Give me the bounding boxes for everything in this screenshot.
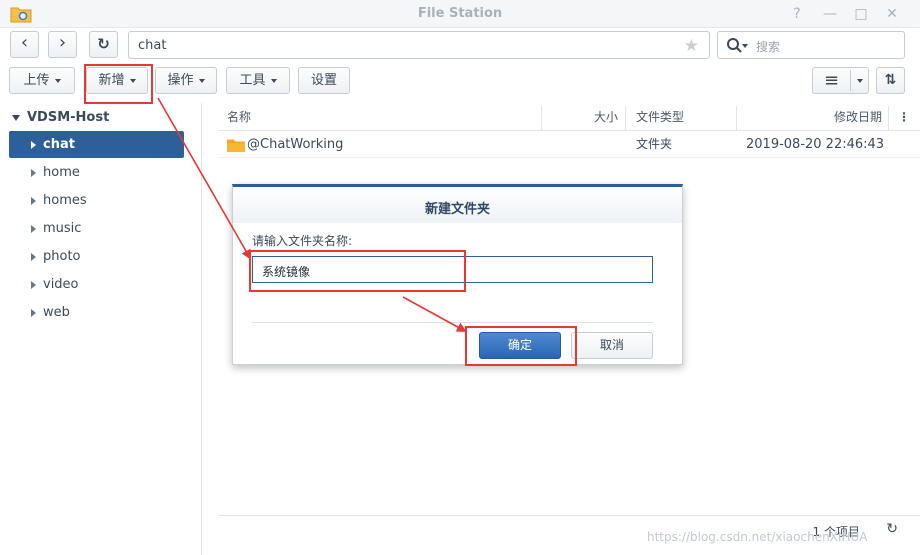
sidebar-item-homes[interactable]: homes: [9, 187, 184, 214]
refresh-icon[interactable]: ↻: [886, 521, 898, 537]
upload-button[interactable]: 上传: [9, 67, 75, 94]
dialog-divider: [252, 322, 653, 323]
sidebar-item-photo[interactable]: photo: [9, 243, 184, 270]
search-dropdown-caret-icon[interactable]: [742, 44, 748, 48]
favorite-star-icon[interactable]: ★: [684, 36, 699, 56]
title-bar: File Station ? — □ ✕: [0, 0, 920, 28]
tools-button[interactable]: 工具: [226, 67, 290, 94]
chevron-right-icon: [31, 309, 36, 317]
forward-button[interactable]: ›: [48, 31, 77, 58]
column-divider: [541, 106, 542, 130]
sidebar-item-chat[interactable]: chat: [9, 131, 184, 158]
refresh-button[interactable]: ↻: [89, 31, 118, 58]
view-mode-button[interactable]: ≡: [812, 67, 869, 94]
view-mode-dropdown-icon[interactable]: [857, 79, 863, 83]
sidebar-item-label: video: [43, 277, 79, 292]
folder-name-label: 请输入文件夹名称:: [252, 234, 353, 248]
cancel-button[interactable]: 取消: [571, 332, 653, 359]
sidebar-item-label: chat: [43, 137, 75, 152]
column-size[interactable]: 大小: [594, 104, 618, 131]
close-button[interactable]: ✕: [883, 5, 901, 23]
dialog-header: 新建文件夹: [233, 187, 682, 223]
maximize-button[interactable]: □: [852, 5, 870, 23]
sort-button[interactable]: ⇅: [876, 67, 905, 94]
tools-label: 工具: [239, 73, 266, 88]
chevron-down-icon: [198, 78, 205, 83]
sidebar-item-music[interactable]: music: [9, 215, 184, 242]
settings-button[interactable]: 设置: [298, 67, 350, 94]
column-name[interactable]: 名称: [227, 104, 251, 131]
action-label: 操作: [167, 73, 194, 88]
file-list-header: 名称 大小 文件类型 修改日期 ⋮: [218, 104, 920, 131]
chevron-right-icon: [31, 281, 36, 289]
sidebar-item-label: web: [43, 305, 70, 320]
folder-icon: [227, 139, 245, 152]
column-options-icon[interactable]: ⋮: [898, 104, 910, 131]
sidebar-item-label: music: [43, 221, 82, 236]
path-bar[interactable]: chat ★: [128, 31, 710, 59]
view-mode-divider: [850, 70, 851, 91]
column-divider: [888, 106, 889, 130]
column-divider: [625, 106, 626, 130]
sidebar-item-video[interactable]: video: [9, 271, 184, 298]
chevron-down-icon: [270, 78, 277, 83]
minimize-button[interactable]: —: [821, 5, 839, 23]
row-name: @ChatWorking: [247, 137, 344, 152]
search-input[interactable]: 搜索: [717, 31, 905, 59]
sidebar-item-label: home: [43, 165, 80, 180]
expanded-triangle-icon: [12, 114, 20, 121]
tree-root-label: VDSM-Host: [27, 110, 110, 125]
sidebar-item-home[interactable]: home: [9, 159, 184, 186]
sidebar-item-web[interactable]: web: [9, 299, 184, 326]
search-placeholder: 搜索: [756, 40, 781, 54]
upload-label: 上传: [23, 73, 50, 88]
back-button[interactable]: ‹: [10, 31, 39, 58]
sidebar: VDSM-Host chat home homes music photo vi…: [0, 103, 202, 555]
chevron-right-icon: [31, 197, 36, 205]
sidebar-item-label: homes: [43, 193, 87, 208]
list-view-icon: ≡: [823, 70, 840, 91]
column-type[interactable]: 文件类型: [636, 104, 684, 131]
chevron-down-icon: [54, 78, 61, 83]
sidebar-item-label: photo: [43, 249, 81, 264]
action-button[interactable]: 操作: [155, 67, 217, 94]
row-modified: 2019-08-20 22:46:43: [746, 137, 885, 152]
tree-root[interactable]: VDSM-Host: [12, 110, 109, 125]
annotation-box-create: [84, 64, 153, 104]
watermark: https://blog.csdn.net/xiaochenXIHUA: [647, 530, 868, 544]
window-title: File Station: [417, 6, 503, 21]
annotation-box-ok: [465, 326, 577, 366]
table-row[interactable]: @ChatWorking 文件夹 2019-08-20 22:46:43: [218, 131, 920, 158]
path-text: chat: [138, 38, 167, 53]
chevron-right-icon: [31, 253, 36, 261]
row-type: 文件夹: [636, 137, 673, 151]
column-divider: [736, 106, 737, 130]
dialog-title: 新建文件夹: [424, 202, 490, 217]
column-modified[interactable]: 修改日期: [834, 104, 882, 131]
help-button[interactable]: ?: [788, 5, 806, 23]
chevron-right-icon: [31, 141, 36, 149]
annotation-box-input: [249, 250, 466, 292]
chevron-right-icon: [31, 225, 36, 233]
chevron-right-icon: [31, 169, 36, 177]
